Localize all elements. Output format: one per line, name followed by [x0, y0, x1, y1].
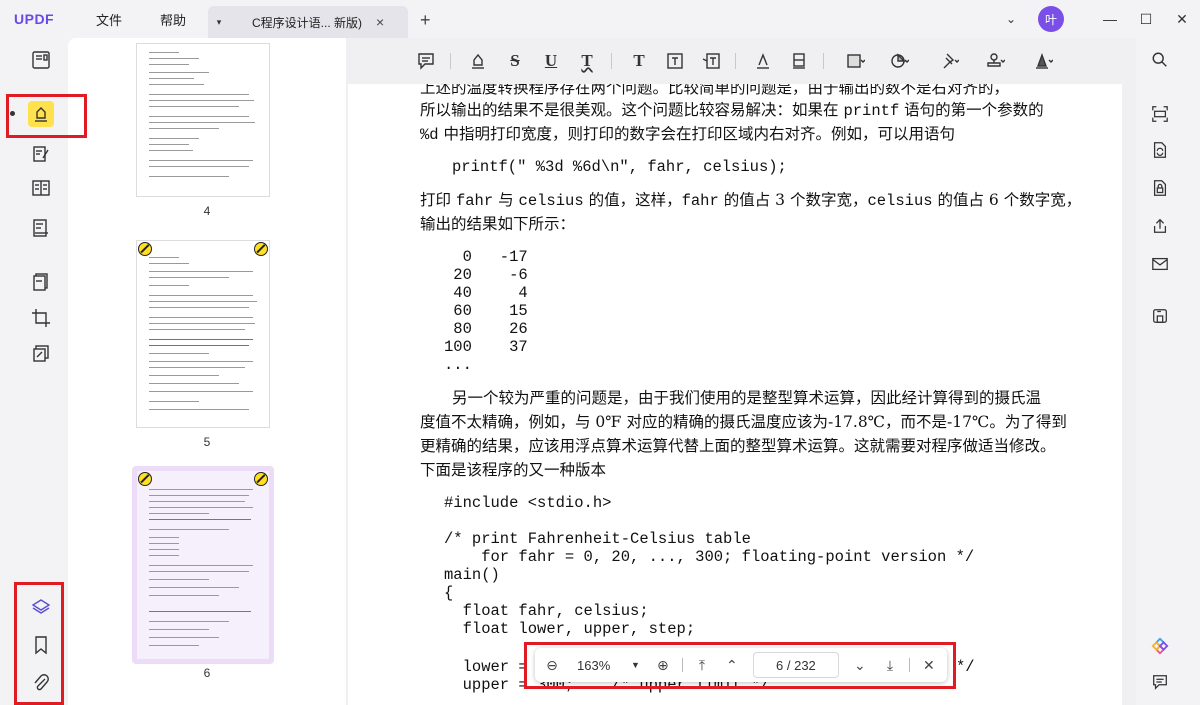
paragraph-line: 度值不太精确，例如，与 0℉ 对应的精确的摄氏温度应该为-17.8℃，而不是-1… — [420, 413, 1067, 431]
thumbnail-page-4[interactable] — [137, 44, 269, 196]
minimize-button[interactable]: — — [1092, 11, 1128, 27]
text-comment-icon[interactable]: T — [627, 50, 651, 72]
app-logo: UPDF — [14, 11, 55, 27]
title-bar: UPDF 文件 帮助 ▾ C程序设计语... 新版) × + ⌄ 叶 — ☐ ✕ — [0, 0, 1200, 38]
code-line: lower = — [444, 658, 528, 676]
strikethrough-icon[interactable]: S — [503, 50, 527, 72]
new-tab-button[interactable]: + — [420, 10, 431, 31]
tab-dropdown-icon[interactable]: ▾ — [208, 17, 230, 28]
paragraph-line: 打印 fahr 与 celsius 的值，这样，fahr 的值占 3 个数字宽，… — [420, 191, 1082, 210]
tab-title: C程序设计语... 新版) — [252, 15, 362, 30]
pencil-icon[interactable] — [751, 50, 775, 72]
annotation-box-highlight-tool — [6, 94, 87, 138]
protect-pdf-icon[interactable] — [1148, 176, 1172, 200]
printf-statement: printf(" %3d %6d\n", fahr, celsius); — [452, 158, 787, 176]
thumbnail-5-left-badge-icon — [138, 242, 152, 256]
output-row: 0 -17 — [444, 248, 528, 266]
code-line: main() — [444, 566, 500, 584]
ocr-icon[interactable] — [1148, 102, 1172, 126]
annotation-box-page-nav — [524, 642, 956, 689]
code-line: #include <stdio.h> — [444, 494, 612, 512]
document-tab[interactable]: ▾ C程序设计语... 新版) × — [208, 6, 408, 38]
thumbnail-6-left-badge-icon — [138, 472, 152, 486]
output-row: 40 4 — [444, 284, 528, 302]
thumbnail-page-6-label: 6 — [203, 666, 211, 680]
updf-window: UPDF 文件 帮助 ▾ C程序设计语... 新版) × + ⌄ 叶 — ☐ ✕ — [0, 0, 1200, 705]
paragraph-line: %d 中指明打印宽度，则打印的数字会在打印区域内右对齐。例如，可以用语句 — [420, 125, 956, 144]
comments-panel-icon[interactable] — [1148, 670, 1172, 694]
paragraph-line: 另一个较为严重的问题是，由于我们使用的是整型算术运算，因此经计算得到的摄氏温 — [452, 389, 1042, 407]
underline-icon[interactable]: U — [539, 50, 563, 72]
comment-toolbar: S U T T — [346, 38, 1136, 84]
maximize-button[interactable]: ☐ — [1128, 11, 1164, 28]
close-window-button[interactable]: ✕ — [1164, 11, 1200, 28]
output-row: 80 26 — [444, 320, 528, 338]
fill-sign-icon[interactable] — [29, 216, 53, 240]
output-row: 20 -6 — [444, 266, 528, 284]
share-icon[interactable] — [1148, 214, 1172, 238]
protect-icon[interactable] — [29, 342, 53, 366]
thumbnail-6-right-badge-icon — [254, 472, 268, 486]
email-icon[interactable] — [1148, 252, 1172, 276]
thumbnail-page-4-label: 4 — [203, 204, 211, 218]
annotation-box-bottom-tools — [14, 582, 64, 705]
output-ellipsis: ... — [444, 356, 472, 374]
organize-pages-icon[interactable] — [29, 176, 53, 200]
output-row: 60 15 — [444, 302, 528, 320]
tab-list-chevron-icon[interactable]: ⌄ — [1006, 12, 1016, 26]
sticker-icon[interactable] — [887, 50, 911, 72]
thumbnail-page-6[interactable] — [137, 471, 269, 659]
code-line: float lower, upper, step; — [444, 620, 696, 638]
squiggly-icon[interactable]: T — [575, 50, 599, 72]
page-tools-icon[interactable] — [29, 270, 53, 294]
convert-pdf-icon[interactable] — [1148, 138, 1172, 162]
reader-mode-icon[interactable] — [29, 48, 53, 72]
thumbnail-page-5-label: 5 — [203, 435, 211, 449]
save-icon[interactable] — [1148, 304, 1172, 328]
sticky-note-icon[interactable] — [414, 50, 438, 72]
crop-icon[interactable] — [29, 306, 53, 330]
page-thumbnails-panel: 4 5 6 — [68, 38, 346, 705]
tab-close-icon[interactable]: × — [376, 14, 384, 30]
shape-icon[interactable] — [843, 50, 867, 72]
paragraph-line: 所以输出的结果不是很美观。这个问题比较容易解决：如果在 printf 语句的第一… — [420, 101, 1044, 120]
code-line: float fahr, celsius; — [444, 602, 649, 620]
text-box-icon[interactable] — [663, 50, 687, 72]
code-line: { — [444, 584, 454, 602]
signature-icon[interactable] — [1031, 50, 1055, 72]
right-tool-bar — [1136, 38, 1200, 705]
thumbnail-5-right-badge-icon — [254, 242, 268, 256]
search-icon[interactable] — [1148, 48, 1172, 72]
output-row: 100 37 — [444, 338, 528, 356]
stamp-icon[interactable] — [983, 50, 1007, 72]
thumbnail-page-5[interactable] — [137, 241, 269, 427]
menu-help[interactable]: 帮助 — [160, 10, 186, 29]
highlighter-icon[interactable] — [466, 50, 490, 72]
paragraph-line: 下面是该程序的又一种版本 — [420, 461, 607, 479]
paragraph-line: 更精确的结果，应该用浮点算术运算代替上面的整型算术运算。这就需要对程序做适当修改… — [420, 437, 1056, 455]
user-avatar[interactable]: 叶 — [1038, 6, 1064, 32]
code-line: /* print Fahrenheit-Celsius table — [444, 530, 751, 548]
pdf-page: 上述的温度转换程序存在两个问题。比较简单的问题是，由于输出的数不是右对齐的， 所… — [348, 84, 1122, 705]
pin-icon[interactable] — [937, 50, 961, 72]
eraser-icon[interactable] — [787, 50, 811, 72]
code-line-tail: */ — [956, 658, 975, 676]
text-callout-icon[interactable] — [699, 50, 723, 72]
paragraph-line: 输出的结果如下所示： — [420, 215, 576, 233]
menu-file[interactable]: 文件 — [96, 10, 122, 29]
ai-assistant-icon[interactable] — [1148, 634, 1172, 658]
edit-pdf-icon[interactable] — [29, 142, 53, 166]
code-line: for fahr = 0, 20, ..., 300; floating-poi… — [444, 548, 975, 566]
